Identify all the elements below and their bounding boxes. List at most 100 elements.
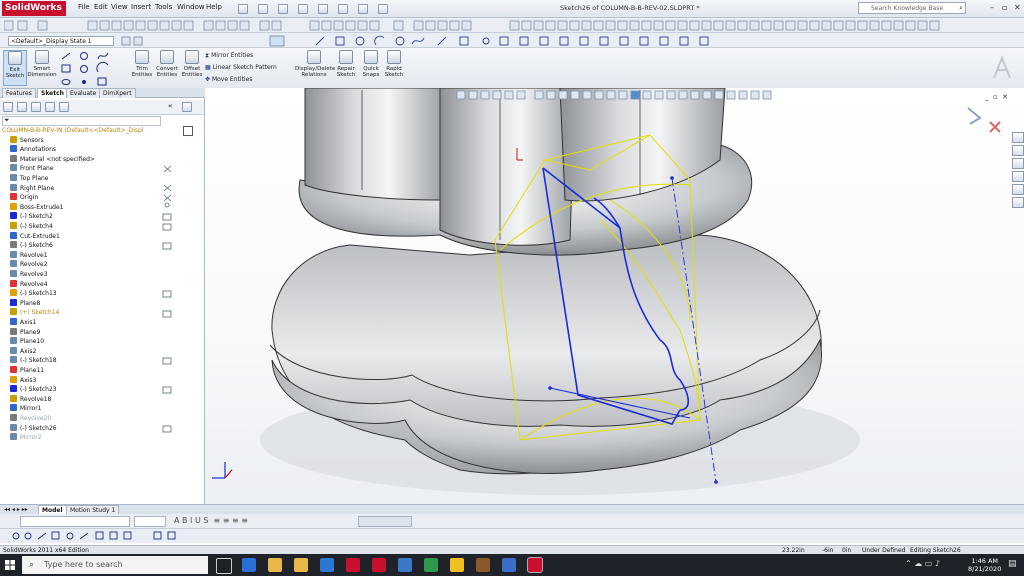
tree-item[interactable]: (-) Sketch18 bbox=[10, 356, 57, 365]
tree-item[interactable]: (-) Sketch13 bbox=[10, 289, 57, 298]
configuration-dropdown[interactable]: <Default>_Display State 1 bbox=[8, 36, 114, 46]
app-icon-brown[interactable] bbox=[476, 558, 490, 572]
tree-item[interactable]: Sensors bbox=[10, 135, 44, 145]
solidworks-logo[interactable]: SolidWorks bbox=[2, 1, 66, 16]
quick-snaps-button[interactable]: Quick Snaps bbox=[360, 50, 382, 84]
font-size-dropdown[interactable] bbox=[134, 516, 166, 527]
tree-item[interactable]: (-) Sketch2 bbox=[10, 212, 53, 221]
repair-sketch-button[interactable]: Repair Sketch bbox=[335, 50, 357, 84]
tree-item[interactable]: (-) Sketch23 bbox=[10, 385, 57, 394]
menu-help[interactable]: Help bbox=[206, 3, 222, 11]
tree-item[interactable]: Plane10 bbox=[10, 337, 44, 346]
tree-item[interactable]: Mirror2 bbox=[10, 433, 42, 442]
app-icon-yellow[interactable] bbox=[450, 558, 464, 572]
search-input[interactable]: Search Knowledge Base ⌕ bbox=[858, 2, 966, 14]
solidworks-taskbar-icon[interactable] bbox=[346, 558, 360, 572]
menu-insert[interactable]: Insert bbox=[131, 3, 151, 11]
select-icon[interactable] bbox=[338, 4, 348, 14]
smart-dimension-button[interactable]: Smart Dimension bbox=[27, 50, 57, 84]
new-document-icon[interactable] bbox=[238, 4, 248, 14]
tree-item[interactable]: Plane9 bbox=[10, 327, 40, 337]
filter-input[interactable]: ⏷ bbox=[2, 116, 161, 126]
mirror-entities-button[interactable]: ⧗ Mirror Entities bbox=[205, 52, 253, 60]
configuration-manager-icon[interactable] bbox=[31, 102, 41, 112]
linear-sketch-pattern-button[interactable]: ▦ Linear Sketch Pattern bbox=[205, 64, 277, 71]
notifications-icon[interactable]: ▤ bbox=[1008, 559, 1017, 569]
exit-sketch-button[interactable]: Exit Sketch bbox=[3, 50, 27, 86]
search-icon[interactable]: ⌕ bbox=[959, 4, 963, 13]
view-palette-icon[interactable] bbox=[1012, 171, 1024, 182]
tab-sketch[interactable]: Sketch bbox=[37, 88, 68, 98]
menu-edit[interactable]: Edit bbox=[94, 3, 108, 11]
tree-item[interactable]: Revolve1 bbox=[10, 250, 48, 260]
tree-item[interactable]: Axis1 bbox=[10, 318, 36, 327]
dimxpert-manager-icon[interactable] bbox=[45, 102, 55, 112]
font-dropdown[interactable] bbox=[20, 516, 130, 527]
mail-icon[interactable] bbox=[320, 558, 334, 572]
tree-item[interactable]: (-) Sketch4 bbox=[10, 222, 53, 231]
tree-root-part[interactable]: COLUMN-B-B-REV-IN (Default<<Default>_Dis… bbox=[2, 126, 144, 135]
tree-item[interactable]: Axis2 bbox=[10, 346, 36, 356]
tree-item[interactable]: Origin bbox=[10, 193, 38, 202]
tree-item[interactable]: (-) Sketch26 bbox=[10, 423, 57, 433]
print-icon[interactable] bbox=[298, 4, 308, 14]
tab-features[interactable]: Features bbox=[2, 88, 36, 98]
app-icon-monitor[interactable] bbox=[502, 558, 516, 572]
tree-item[interactable]: Mirror1 bbox=[10, 404, 42, 413]
taskbar-search-input[interactable]: ⌕ Type here to search bbox=[22, 556, 208, 574]
feature-tree-icon[interactable] bbox=[3, 102, 13, 112]
open-icon[interactable] bbox=[258, 4, 268, 14]
app-icon-red[interactable] bbox=[372, 558, 386, 572]
windows-start-icon[interactable] bbox=[0, 554, 20, 576]
edge-icon[interactable] bbox=[242, 558, 256, 572]
taskbar-clock[interactable]: 1:46 AM 8/21/2020 bbox=[968, 557, 1001, 573]
display-delete-relations-button[interactable]: Display/Delete Relations bbox=[295, 50, 335, 84]
folder-icon[interactable] bbox=[294, 558, 308, 572]
tree-item[interactable]: Revolve4 bbox=[10, 279, 48, 289]
undo-icon[interactable] bbox=[318, 4, 328, 14]
file-explorer-icon[interactable] bbox=[1012, 158, 1024, 169]
file-explorer-taskbar-icon[interactable] bbox=[268, 558, 282, 572]
tree-item[interactable]: Annotations bbox=[10, 145, 56, 154]
design-library-icon[interactable] bbox=[1012, 145, 1024, 156]
tree-checkbox[interactable] bbox=[183, 126, 193, 136]
move-entities-button[interactable]: ✥ Move Entities bbox=[205, 76, 252, 83]
close-icon[interactable]: ✕ bbox=[1014, 3, 1021, 12]
tree-item[interactable]: Front Plane bbox=[10, 164, 54, 173]
minimize-icon[interactable]: – bbox=[990, 3, 994, 12]
rebuild-icon[interactable] bbox=[358, 4, 368, 14]
layer-dropdown[interactable] bbox=[358, 516, 412, 527]
tree-item[interactable]: Right Plane bbox=[10, 183, 54, 193]
trim-entities-button[interactable]: Trim Entities bbox=[131, 50, 153, 84]
property-manager-icon[interactable] bbox=[17, 102, 27, 112]
tree-item[interactable]: Plane11 bbox=[10, 366, 44, 375]
menu-view[interactable]: View bbox=[111, 3, 128, 11]
custom-properties-icon[interactable] bbox=[1012, 197, 1024, 208]
tree-item[interactable]: Top Plane bbox=[10, 174, 49, 183]
display-manager-icon[interactable] bbox=[59, 102, 69, 112]
tree-item[interactable]: Axis3 bbox=[10, 375, 36, 385]
tree-item[interactable]: (+) Sketch14 bbox=[10, 308, 59, 317]
tree-item[interactable]: Revolve18 bbox=[10, 394, 51, 404]
tree-item[interactable]: Cut-Extrude1 bbox=[10, 231, 60, 241]
menu-tools[interactable]: Tools bbox=[155, 3, 172, 11]
task-view-icon[interactable] bbox=[216, 558, 232, 574]
app-icon-blue[interactable] bbox=[398, 558, 412, 572]
tree-item[interactable]: (-) Sketch6 bbox=[10, 241, 53, 250]
menu-file[interactable]: File bbox=[78, 3, 90, 11]
panel-options-icon[interactable] bbox=[182, 102, 192, 112]
convert-entities-button[interactable]: Convert Entities bbox=[155, 50, 179, 84]
tree-item[interactable]: Revolve20 bbox=[10, 414, 51, 423]
app-icon-green[interactable] bbox=[424, 558, 438, 572]
tree-item[interactable]: Material <not specified> bbox=[10, 154, 95, 164]
tab-evaluate[interactable]: Evaluate bbox=[66, 88, 101, 98]
solidworks-active-icon[interactable] bbox=[527, 557, 543, 573]
offset-entities-button[interactable]: Offset Entities bbox=[181, 50, 203, 84]
save-icon[interactable] bbox=[278, 4, 288, 14]
restore-icon[interactable]: ▫ bbox=[1002, 3, 1007, 12]
tab-scroll-arrows[interactable]: ◂◂ ◂ ▸ ▸▸ bbox=[4, 506, 28, 513]
viewport-window-controls[interactable]: _ ▫ ✕ bbox=[985, 93, 1008, 101]
collapse-chevron-icon[interactable]: « bbox=[168, 102, 172, 110]
rapid-sketch-button[interactable]: Rapid Sketch bbox=[383, 50, 405, 84]
tree-item[interactable]: Revolve2 bbox=[10, 260, 48, 269]
